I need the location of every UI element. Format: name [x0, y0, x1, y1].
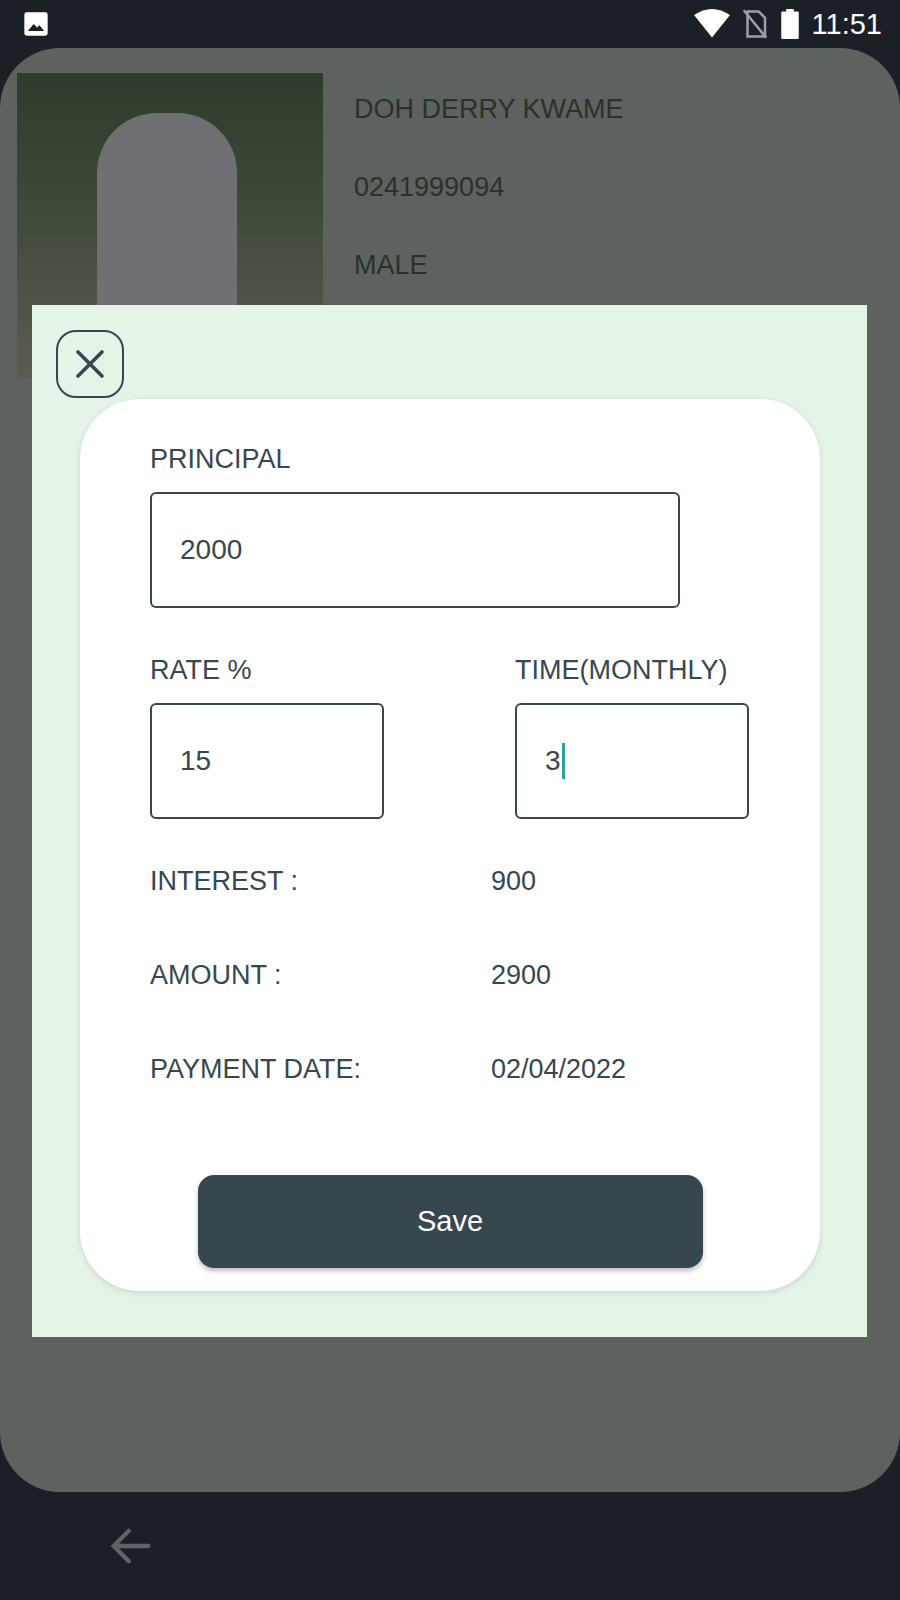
save-button[interactable]: Save: [198, 1175, 703, 1268]
profile-gender: MALE: [354, 249, 624, 281]
principal-field: PRINCIPAL 2000: [150, 443, 680, 608]
close-button[interactable]: [56, 330, 124, 398]
result-row: INTEREST : 900: [150, 834, 780, 928]
screen: 11:51 DOH DERRY KWAME 0241999094 MALE PR…: [0, 0, 900, 1600]
back-arrow-icon[interactable]: [105, 1520, 157, 1572]
wifi-icon: [694, 9, 730, 39]
profile-name: DOH DERRY KWAME: [354, 93, 624, 125]
result-value: 02/04/2022: [491, 1054, 626, 1085]
profile-phone: 0241999094: [354, 171, 624, 203]
field-label: RATE %: [150, 654, 384, 686]
result-value: 900: [491, 866, 536, 897]
battery-icon: [780, 9, 800, 39]
result-row: AMOUNT : 2900: [150, 928, 780, 1022]
status-bar: 11:51: [0, 0, 900, 48]
text-input[interactable]: 2000: [150, 492, 680, 608]
status-time: 11:51: [812, 8, 882, 41]
result-label: AMOUNT :: [150, 960, 491, 991]
form-field: RATE % 15: [150, 654, 384, 819]
result-label: PAYMENT DATE:: [150, 1054, 491, 1085]
nav-bar: [0, 1492, 900, 1600]
loan-dialog: PRINCIPAL 2000 RATE % 15TIME(MONTHLY) 3 …: [32, 305, 867, 1337]
field-label: PRINCIPAL: [150, 443, 680, 475]
result-label: INTEREST :: [150, 866, 491, 897]
field-label: TIME(MONTHLY): [515, 654, 749, 686]
form-field: TIME(MONTHLY) 3: [515, 654, 749, 819]
gallery-icon: [22, 10, 50, 38]
text-input[interactable]: 15: [150, 703, 384, 819]
no-sim-icon: [742, 9, 768, 39]
close-icon: [72, 346, 108, 382]
result-value: 2900: [491, 960, 551, 991]
text-caret: [562, 743, 565, 779]
result-row: PAYMENT DATE: 02/04/2022: [150, 1022, 780, 1116]
text-input[interactable]: 3: [515, 703, 749, 819]
main-card: DOH DERRY KWAME 0241999094 MALE PRINCIPA…: [0, 48, 900, 1492]
loan-form: PRINCIPAL 2000 RATE % 15TIME(MONTHLY) 3 …: [80, 399, 820, 1291]
